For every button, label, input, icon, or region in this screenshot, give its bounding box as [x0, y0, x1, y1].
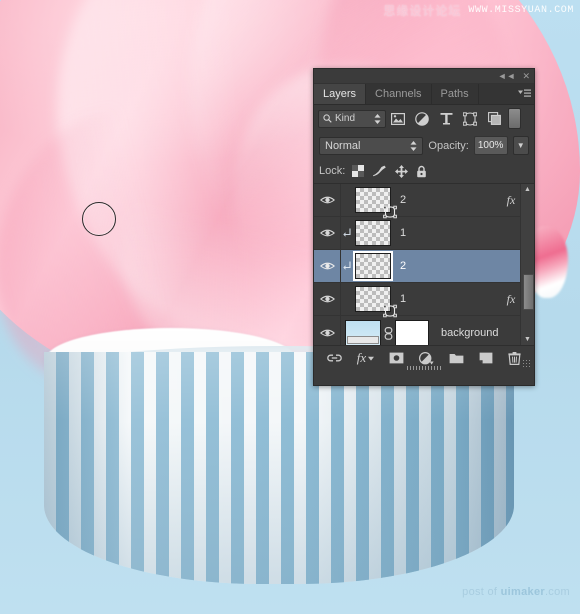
- new-group-button[interactable]: [449, 352, 464, 364]
- collapse-icon[interactable]: ◄◄: [498, 71, 516, 81]
- screenshot-stage: 思缘设计论坛 WWW.MISSYUAN.COM post of uimaker.…: [0, 0, 580, 614]
- opacity-dropdown-icon[interactable]: ▼: [512, 136, 529, 155]
- search-icon: [323, 114, 332, 123]
- filter-type-layers-icon[interactable]: [434, 109, 458, 129]
- lock-icon-group: [352, 164, 427, 178]
- lock-all-icon[interactable]: [416, 165, 427, 178]
- layer-list-scrollbar[interactable]: ▲ ▼: [520, 184, 534, 345]
- updown-stepper-icon: [374, 113, 381, 124]
- layer-thumbnail[interactable]: [353, 251, 393, 281]
- watermark-top: 思缘设计论坛 WWW.MISSYUAN.COM: [383, 2, 574, 19]
- layer-list[interactable]: 2 fx ▼ 1: [314, 183, 534, 345]
- updown-stepper-icon: [410, 140, 417, 151]
- table-row[interactable]: 2 fx ▼: [314, 184, 534, 219]
- layer-thumbnail[interactable]: [355, 187, 397, 219]
- blend-mode-row: Normal Opacity: 100% ▼: [314, 132, 534, 159]
- watermark-chinese: 思缘设计论坛: [383, 4, 462, 18]
- tab-paths[interactable]: Paths: [432, 84, 479, 104]
- delete-layer-button[interactable]: [508, 351, 521, 365]
- cupcake-liner: [44, 352, 514, 584]
- table-row[interactable]: 2: [314, 250, 534, 283]
- new-layer-button[interactable]: [479, 352, 493, 364]
- tab-layers-label: Layers: [323, 88, 357, 100]
- watermark-bottom-suffix: .com: [544, 586, 570, 598]
- tab-strip-filler: [479, 84, 514, 104]
- layer-mask-thumbnail[interactable]: [395, 320, 429, 345]
- tab-paths-label: Paths: [440, 88, 469, 100]
- layer-name[interactable]: background: [429, 327, 534, 339]
- layer-style-fx-button[interactable]: fx: [357, 350, 375, 366]
- panel-title-bar[interactable]: ◄◄ ✕: [314, 69, 534, 84]
- gradient-slider: [347, 336, 379, 344]
- filter-shape-layers-icon[interactable]: [458, 109, 482, 129]
- panel-drag-handle[interactable]: [407, 366, 441, 370]
- layer-visibility-toggle[interactable]: [314, 283, 341, 315]
- scrollbar-thumb[interactable]: [523, 274, 534, 310]
- lock-position-icon[interactable]: [395, 164, 409, 178]
- layer-thumbnail[interactable]: [355, 220, 391, 246]
- tab-layers[interactable]: Layers: [314, 84, 367, 104]
- scroll-down-icon[interactable]: ▼: [521, 334, 534, 345]
- filter-kind-label: Kind: [335, 113, 356, 124]
- filter-enable-toggle[interactable]: [508, 108, 521, 129]
- panel-menu-icon[interactable]: [514, 84, 534, 104]
- filter-smart-object-icon[interactable]: [482, 109, 506, 129]
- filter-pixel-layers-icon[interactable]: [386, 109, 410, 129]
- layer-fx-indicator[interactable]: fx: [502, 292, 520, 307]
- resize-grip[interactable]: [522, 359, 532, 369]
- layer-name[interactable]: 2: [391, 194, 502, 206]
- table-row[interactable]: background: [314, 316, 534, 345]
- layer-visibility-toggle[interactable]: [314, 316, 341, 345]
- layer-visibility-toggle[interactable]: [314, 217, 341, 249]
- layer-filter-row: Kind: [314, 105, 534, 132]
- watermark-bottom-prefix: post of: [462, 586, 501, 598]
- lock-row: Lock:: [314, 159, 534, 183]
- blend-mode-value: Normal: [325, 139, 361, 152]
- layer-visibility-toggle[interactable]: [314, 250, 341, 282]
- filter-adjustment-layers-icon[interactable]: [410, 109, 434, 129]
- table-row[interactable]: 1: [314, 217, 534, 250]
- watermark-url: WWW.MISSYUAN.COM: [468, 5, 574, 16]
- panel-bottom-toolbar: fx: [314, 345, 534, 370]
- clipping-mask-indicator: [341, 261, 355, 272]
- layer-thumbnail[interactable]: [355, 286, 397, 318]
- brush-cursor: [82, 202, 116, 236]
- layers-panel: ◄◄ ✕ Layers Channels Paths Kind Normal O…: [313, 68, 535, 386]
- link-layers-button[interactable]: [327, 353, 342, 363]
- layer-fx-indicator[interactable]: fx: [502, 193, 520, 208]
- watermark-bottom: post of uimaker.com: [462, 586, 570, 598]
- new-adjustment-layer-button[interactable]: [419, 351, 434, 365]
- close-icon[interactable]: ✕: [522, 71, 530, 81]
- opacity-input[interactable]: 100%: [473, 136, 508, 155]
- clipping-mask-indicator: [341, 228, 355, 239]
- lock-transparent-pixels-icon[interactable]: [352, 165, 365, 177]
- blend-mode-select[interactable]: Normal: [319, 136, 424, 155]
- scroll-up-icon[interactable]: ▲: [521, 184, 534, 195]
- tab-channels-label: Channels: [375, 88, 422, 100]
- tab-channels[interactable]: Channels: [366, 84, 432, 104]
- panel-tabs: Layers Channels Paths: [314, 84, 534, 105]
- mask-link-icon[interactable]: [381, 326, 395, 340]
- layer-name[interactable]: 1: [391, 293, 502, 305]
- lock-image-pixels-icon[interactable]: [372, 165, 387, 177]
- lock-label: Lock:: [319, 165, 346, 177]
- layer-name[interactable]: 1: [391, 227, 504, 239]
- opacity-label: Opacity:: [428, 139, 469, 152]
- watermark-bottom-brand: uimaker: [500, 586, 545, 598]
- layer-visibility-toggle[interactable]: [314, 184, 341, 216]
- layer-name[interactable]: 2: [391, 260, 504, 272]
- add-layer-mask-button[interactable]: [389, 352, 404, 364]
- filter-kind-select[interactable]: Kind: [318, 109, 386, 128]
- layer-thumbnail[interactable]: [345, 320, 381, 345]
- table-row[interactable]: 1 fx ▼: [314, 283, 534, 318]
